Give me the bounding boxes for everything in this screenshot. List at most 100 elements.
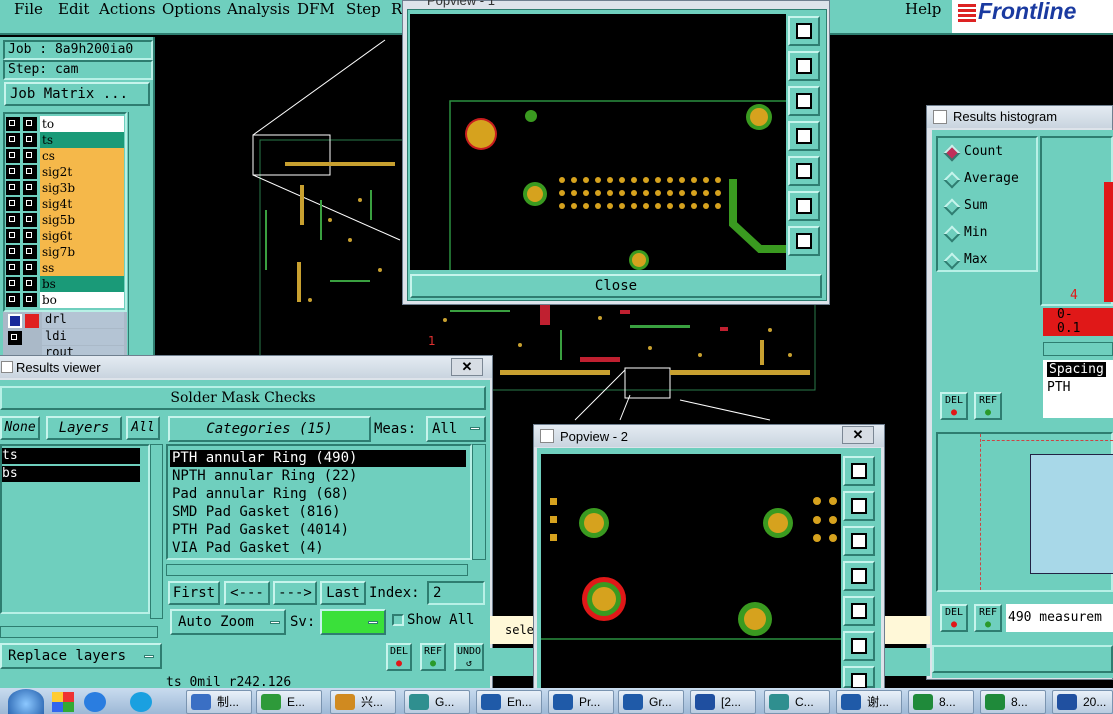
menu-help[interactable]: Help — [905, 0, 941, 18]
checkbox-icon[interactable] — [23, 181, 37, 195]
taskbar-item[interactable]: 8... — [980, 690, 1046, 714]
menu-step[interactable]: Step — [346, 0, 381, 18]
zoom-fit-icon[interactable] — [788, 16, 820, 46]
radio-max-icon[interactable] — [943, 252, 961, 270]
histogram-del-button-2[interactable]: DEL ● — [940, 604, 968, 632]
checkbox-icon[interactable] — [6, 165, 20, 179]
checkbox-icon[interactable] — [23, 277, 37, 291]
category-item[interactable]: Pad annular Ring (68) — [170, 486, 466, 503]
start-button[interactable] — [8, 689, 44, 714]
checkbox-icon[interactable] — [6, 213, 20, 227]
layer-name[interactable]: cs — [40, 148, 124, 164]
taskbar-item[interactable]: [2... — [690, 690, 756, 714]
checkbox-icon[interactable] — [23, 165, 37, 179]
categories-vscroll[interactable] — [472, 444, 486, 560]
none-button[interactable]: None — [0, 416, 40, 440]
popview-2-canvas[interactable] — [541, 454, 841, 690]
menu-analysis[interactable]: Analysis — [227, 0, 290, 18]
auto-zoom-select[interactable]: Auto Zoom — [170, 609, 286, 635]
all-layers-button[interactable]: All — [126, 416, 160, 440]
layer-name[interactable]: bs — [40, 276, 124, 292]
checkbox-icon[interactable] — [23, 245, 37, 259]
layer-name[interactable]: sig2t — [40, 164, 124, 180]
layer-name[interactable]: ss — [40, 260, 124, 276]
radio-average-icon[interactable] — [943, 171, 961, 189]
pan-left-icon[interactable] — [843, 561, 875, 591]
checkbox-icon[interactable] — [23, 117, 37, 131]
category-item[interactable]: NPTH annular Ring (22) — [170, 468, 466, 485]
quicklaunch-ie-icon[interactable] — [84, 692, 106, 712]
index-input[interactable]: 2 — [427, 581, 485, 605]
zoom-in-icon[interactable] — [788, 191, 820, 221]
show-all-checkbox[interactable] — [392, 614, 404, 626]
checkbox-icon[interactable] — [23, 133, 37, 147]
category-item[interactable]: PTH annular Ring (490) — [170, 450, 466, 467]
pan-right-icon[interactable] — [788, 156, 820, 186]
layer-row-sig2t[interactable]: sig2t — [6, 164, 124, 180]
taskbar-item[interactable]: 制... — [186, 690, 252, 714]
layer-list-item[interactable]: bs — [2, 466, 140, 482]
layer-row-sig7b[interactable]: sig7b — [6, 244, 124, 260]
checkbox-icon[interactable] — [6, 149, 20, 163]
layers-hscroll[interactable] — [0, 626, 158, 638]
pan-down-icon[interactable] — [843, 526, 875, 556]
checkbox-icon[interactable] — [6, 133, 20, 147]
histogram-ref-button[interactable]: REF ● — [974, 392, 1002, 420]
layers-button[interactable]: Layers — [46, 416, 122, 440]
menu-edit[interactable]: Edit — [58, 0, 89, 18]
histogram-ref-button-2[interactable]: REF ● — [974, 604, 1002, 632]
taskbar-item[interactable]: C... — [764, 690, 830, 714]
rv-del-button[interactable]: DEL ● — [386, 643, 412, 671]
layer-row-sig5b[interactable]: sig5b — [6, 212, 124, 228]
drill-layer-ldi[interactable]: ldi — [8, 329, 124, 345]
layer-row-bs[interactable]: bs — [6, 276, 124, 292]
layer-name[interactable]: sig6t — [40, 228, 124, 244]
checkbox-icon[interactable] — [23, 229, 37, 243]
checkbox-icon[interactable] — [6, 197, 20, 211]
popview-1-close-button[interactable]: Close — [410, 274, 822, 298]
layer-name[interactable]: bo — [40, 292, 124, 308]
layer-row-bo[interactable]: bo — [6, 292, 124, 308]
replace-layers-select[interactable]: Replace layers — [0, 643, 162, 669]
layer-name[interactable]: sig7b — [40, 244, 124, 260]
taskbar-item[interactable]: 20... — [1052, 690, 1113, 714]
taskbar-item[interactable]: Gr... — [618, 690, 684, 714]
layer-row-sig3b[interactable]: sig3b — [6, 180, 124, 196]
option-max[interactable]: Max — [964, 252, 987, 267]
option-sum[interactable]: Sum — [964, 198, 987, 213]
radio-sum-icon[interactable] — [943, 198, 961, 216]
radio-min-icon[interactable] — [943, 225, 961, 243]
pan-down-icon[interactable] — [788, 86, 820, 116]
layer-row-sig4t[interactable]: sig4t — [6, 196, 124, 212]
quicklaunch-browser-icon[interactable] — [130, 692, 152, 712]
pan-right-icon[interactable] — [843, 596, 875, 626]
taskbar-item[interactable]: Pr... — [548, 690, 614, 714]
histogram-bar[interactable] — [1104, 182, 1113, 302]
left-scrollbar[interactable] — [128, 112, 153, 357]
layer-name[interactable]: to — [40, 116, 124, 132]
meas-select[interactable]: All — [426, 416, 486, 442]
checkbox-icon[interactable] — [23, 149, 37, 163]
layer-list-item[interactable]: ts — [2, 448, 140, 464]
menu-actions[interactable]: Actions — [99, 0, 155, 18]
taskbar-item[interactable]: G... — [404, 690, 470, 714]
layer-name[interactable]: ts — [40, 132, 124, 148]
layer-row-cs[interactable]: cs — [6, 148, 124, 164]
prev-button[interactable]: <--- — [224, 581, 270, 605]
menu-file[interactable]: File — [14, 0, 43, 18]
checkbox-icon[interactable] — [23, 261, 37, 275]
categories-hscroll[interactable] — [166, 564, 468, 576]
layer-row-to[interactable]: to — [6, 116, 124, 132]
next-button[interactable]: ---> — [273, 581, 317, 605]
first-button[interactable]: First — [168, 581, 220, 605]
results-viewer-close-icon[interactable]: ✕ — [451, 358, 483, 376]
rv-ref-button[interactable]: REF ● — [420, 643, 446, 671]
pan-up-icon[interactable] — [843, 491, 875, 521]
taskbar-item[interactable]: 兴... — [330, 690, 396, 714]
option-min[interactable]: Min — [964, 225, 987, 240]
taskbar-item[interactable]: 谢... — [836, 690, 902, 714]
quicklaunch-icon[interactable] — [52, 692, 74, 712]
layer-name[interactable]: sig4t — [40, 196, 124, 212]
taskbar-item[interactable]: E... — [256, 690, 322, 714]
zoom-fit-icon[interactable] — [843, 456, 875, 486]
